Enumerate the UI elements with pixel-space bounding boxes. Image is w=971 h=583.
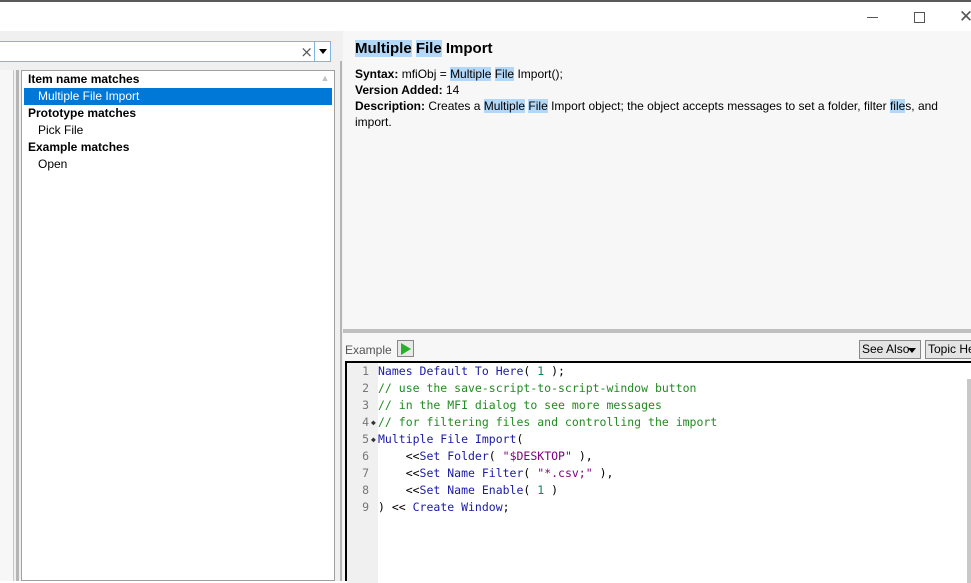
code-token: Set Folder (419, 449, 489, 463)
example-label: Example (345, 343, 392, 357)
pane-splitter[interactable] (16, 70, 19, 581)
fold-marker-icon[interactable]: ◆ (371, 431, 376, 448)
line-number: 4 (362, 415, 369, 429)
horizontal-splitter[interactable] (343, 329, 971, 333)
group-header-item-name: Item name matches (28, 72, 140, 86)
title-word: Multiple (355, 40, 412, 57)
description-line: Description: Creates a Multiple File Imp… (355, 98, 955, 130)
description-highlight: Multiple (483, 99, 526, 113)
description-highlight: File (528, 99, 548, 113)
code-token: ( (516, 432, 524, 446)
title-word: File (415, 40, 442, 57)
code-text: Names Default To Here( 1 ); (378, 363, 565, 380)
title-word: Import (445, 40, 493, 57)
code-token: << (378, 449, 420, 463)
code-text: Multiple File Import( (378, 431, 523, 448)
line-number: 6 (362, 449, 369, 463)
code-token: ), (592, 466, 614, 480)
code-token: Create Window (412, 500, 503, 514)
code-token: ( (523, 483, 538, 497)
line-number: 7 (362, 466, 369, 480)
line-number: 2 (362, 381, 369, 395)
code-token: // for filtering files and controlling t… (378, 415, 718, 429)
example-toolbar: Example See Also Topic Help (343, 337, 971, 361)
line-number: 3 (362, 398, 369, 412)
syntax-label: Syntax: (355, 67, 399, 81)
version-label: Version Added: (355, 83, 443, 97)
result-item-multiple-file-import[interactable]: Multiple File Import (24, 88, 332, 105)
code-text: <<Set Name Enable( 1 ) (378, 482, 558, 499)
code-text: // for filtering files and controlling t… (378, 414, 717, 431)
code-token: ); (544, 364, 565, 378)
fold-marker-icon[interactable]: ◆ (371, 414, 376, 431)
see-also-dropdown[interactable]: See Also (859, 340, 921, 359)
code-token: Set Name Filter (419, 466, 524, 480)
code-token: << (378, 466, 420, 480)
maximize-button[interactable] (897, 4, 941, 30)
syntax-text: Import(); (514, 67, 563, 81)
code-token: // in the MFI dialog to see more message… (378, 398, 662, 412)
see-also-label: See Also (862, 342, 910, 356)
syntax-text: mfiObj = (401, 67, 451, 81)
code-token: ( (523, 364, 538, 378)
code-token: << (378, 483, 420, 497)
close-icon: ✕ (958, 7, 971, 27)
code-text: <<Set Folder( "$DESKTOP" ), (378, 448, 593, 465)
syntax-line: Syntax: mfiObj = Multiple File Import(); (355, 66, 955, 82)
description-text: Creates a (428, 99, 484, 113)
syntax-highlight: File (494, 67, 515, 81)
line-number: 8 (362, 483, 369, 497)
result-item-open[interactable]: Open (24, 156, 332, 173)
code-text: // in the MFI dialog to see more message… (378, 397, 662, 414)
search-history-dropdown[interactable] (314, 42, 330, 61)
code-token: ) (544, 483, 559, 497)
chevron-down-icon (908, 348, 916, 353)
code-token: Names Default To Here (378, 364, 524, 378)
scroll-up-icon[interactable]: ▲ (318, 73, 332, 87)
maximize-icon (913, 11, 925, 23)
search-input[interactable]: × (0, 41, 331, 62)
code-token: ( (523, 466, 538, 480)
code-text: // use the save-script-to-script-window … (378, 380, 697, 397)
code-text: <<Set Name Filter( "*.csv;" ), (378, 465, 614, 482)
line-number: 5 (362, 432, 369, 446)
run-example-button[interactable] (397, 340, 414, 357)
code-text: ) << Create Window; (378, 499, 510, 516)
syntax-highlight: Multiple (450, 67, 492, 81)
code-token: Multiple File Import (378, 432, 517, 446)
code-token: ( (488, 449, 503, 463)
code-token: // use the save-script-to-script-window … (378, 381, 697, 395)
search-pane: × Item name matches Multiple File Import… (0, 31, 339, 581)
line-number: 1 (362, 364, 369, 378)
description-highlight: file (889, 99, 906, 113)
run-script-icon (401, 343, 411, 355)
clear-search-icon[interactable]: × (300, 43, 313, 61)
search-results-list: Item name matches Multiple File Import P… (21, 70, 335, 581)
topic-help-button[interactable]: Topic Help (925, 340, 971, 359)
code-token: ; (502, 500, 510, 514)
topic-details: Syntax: mfiObj = Multiple File Import();… (355, 66, 955, 130)
category-list[interactable] (0, 70, 14, 581)
description-label: Description: (355, 99, 426, 113)
code-token: ), (571, 449, 593, 463)
topic-title: Multiple File Import (355, 40, 493, 57)
minimize-icon (866, 16, 878, 18)
close-button[interactable]: ✕ (944, 4, 971, 30)
code-token: "$DESKTOP" (502, 449, 572, 463)
description-text: Import object; the object accepts messag… (547, 99, 890, 113)
code-token: Set Name Enable (419, 483, 524, 497)
version-line: Version Added: 14 (355, 82, 955, 98)
group-header-example: Example matches (28, 140, 130, 154)
minimize-button[interactable] (850, 4, 894, 30)
version-value: 14 (445, 83, 460, 97)
chevron-down-icon (318, 49, 327, 54)
example-code-editor[interactable]: 1 Names Default To Here( 1 ); 2 // use the … (345, 361, 971, 583)
code-token: "*.csv;" (537, 466, 593, 480)
result-item-pick-file[interactable]: Pick File (24, 122, 332, 139)
title-bar: ✕ (0, 2, 971, 31)
vertical-scrollbar[interactable] (967, 379, 971, 583)
group-header-prototype: Prototype matches (28, 106, 137, 120)
code-token: ) << (378, 500, 413, 514)
line-number: 9 (362, 500, 369, 514)
